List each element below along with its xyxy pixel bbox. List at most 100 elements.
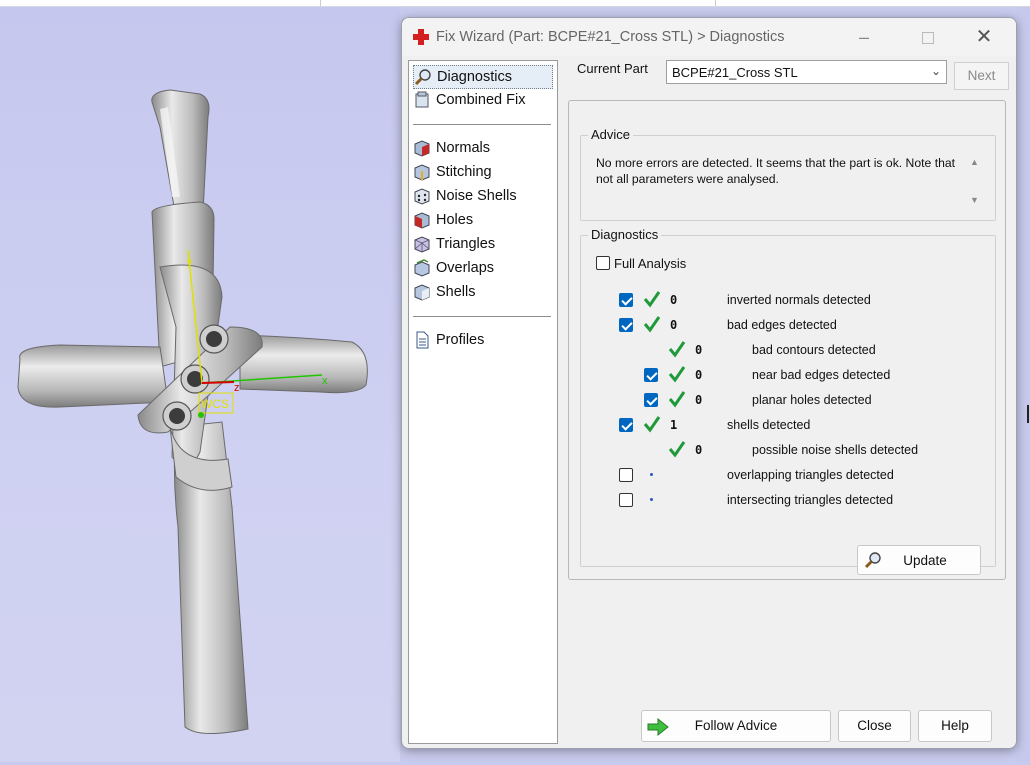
nav-item-label: Holes [436, 212, 474, 228]
normals-cube-icon [414, 140, 430, 157]
nav-item-label: Profiles [436, 332, 485, 348]
strip-divider [715, 0, 716, 6]
follow-advice-button[interactable]: Follow Advice [641, 710, 831, 742]
wizard-nav-list: Diagnostics Combined Fix Normals Stitchi… [408, 60, 558, 744]
shells-icon [414, 284, 430, 301]
maximize-icon [922, 32, 934, 44]
green-arrow-icon [647, 717, 669, 737]
nav-item-label: Normals [436, 140, 490, 156]
current-part-label: Current Part [577, 61, 648, 76]
row-checkbox[interactable] [619, 493, 633, 507]
nav-item-holes[interactable]: Holes [413, 209, 551, 231]
ok-check-icon [643, 416, 661, 433]
row-checkbox[interactable] [619, 468, 633, 482]
row-label: intersecting triangles detected [727, 493, 894, 507]
row-checkbox[interactable] [644, 368, 658, 382]
row-label: bad edges detected [727, 318, 837, 332]
row-checkbox[interactable] [644, 393, 658, 407]
nav-item-normals[interactable]: Normals [413, 137, 551, 159]
row-checkbox[interactable] [619, 293, 633, 307]
row-checkbox[interactable] [619, 318, 633, 332]
close-button[interactable]: Close [838, 710, 911, 742]
row-label: shells detected [727, 418, 811, 432]
diagnostics-group: Diagnostics Full Analysis 0 inverted norm… [580, 227, 996, 567]
row-count: 0 [695, 368, 703, 382]
ok-check-icon [668, 441, 686, 458]
nav-item-triangles[interactable]: Triangles [413, 233, 551, 255]
full-analysis-checkbox[interactable] [596, 256, 610, 270]
row-label: possible noise shells detected [752, 443, 919, 457]
diagnostics-panel: Advice No more errors are detected. It s… [568, 100, 1006, 580]
x-axis-label: x [322, 375, 328, 387]
ok-check-icon [668, 341, 686, 358]
advice-text: No more errors are detected. It seems th… [596, 156, 956, 186]
nav-item-overlaps[interactable]: Overlaps [413, 257, 551, 279]
nav-item-label: Diagnostics [437, 69, 512, 85]
update-button[interactable]: Update [857, 545, 981, 575]
triangles-icon [414, 236, 430, 253]
nav-item-label: Noise Shells [436, 188, 517, 204]
z-axis-label: z [234, 382, 240, 394]
advice-group: Advice No more errors are detected. It s… [580, 127, 996, 221]
follow-advice-label: Follow Advice [694, 718, 778, 733]
not-analysed-dot [650, 473, 653, 476]
nav-item-label: Shells [436, 284, 476, 300]
nav-divider [413, 124, 551, 125]
row-count: 0 [695, 443, 703, 457]
fix-wizard-dialog: Fix Wizard (Part: BCPE#21_Cross STL) > D… [401, 17, 1017, 749]
row-label: bad contours detected [752, 343, 876, 357]
current-part-dropdown[interactable]: BCPE#21_Cross STL ⌄ [666, 60, 947, 84]
nav-item-profiles[interactable]: Profiles [413, 329, 551, 351]
nav-item-noise-shells[interactable]: Noise Shells [413, 185, 551, 207]
minimize-button[interactable]: – [842, 24, 886, 50]
update-label: Update [903, 553, 947, 568]
row-count: 0 [695, 393, 703, 407]
ok-check-icon [668, 366, 686, 383]
viewport-right-strip [1017, 7, 1030, 762]
current-part-value: BCPE#21_Cross STL [672, 65, 798, 80]
nav-item-diagnostics[interactable]: Diagnostics [413, 65, 553, 89]
nav-item-shells[interactable]: Shells [413, 281, 551, 303]
origin-marker [198, 412, 204, 418]
help-button[interactable]: Help [918, 710, 992, 742]
combined-fix-icon [415, 91, 429, 108]
chevron-down-icon: ⌄ [930, 64, 941, 78]
profiles-document-icon [416, 331, 429, 349]
nav-item-combined-fix[interactable]: Combined Fix [413, 89, 551, 111]
row-label: planar holes detected [752, 393, 872, 407]
nav-item-label: Stitching [436, 164, 492, 180]
row-count: 0 [670, 318, 678, 332]
next-button[interactable]: Next [954, 62, 1009, 90]
row-checkbox[interactable] [619, 418, 633, 432]
nav-divider [413, 316, 551, 317]
nav-item-stitching[interactable]: Stitching [413, 161, 551, 183]
dialog-title: Fix Wizard (Part: BCPE#21_Cross STL) > D… [436, 29, 785, 45]
scroll-up-arrow-icon[interactable]: ▲ [970, 157, 979, 167]
diagnostics-title: Diagnostics [588, 227, 662, 242]
not-analysed-dot [650, 498, 653, 501]
holes-cube-icon [414, 212, 430, 229]
nav-item-label: Overlaps [436, 260, 495, 276]
3d-viewport[interactable]: y x z WCS [0, 7, 400, 762]
cross-model-render[interactable]: y x z WCS [0, 7, 400, 762]
text-cursor [1027, 405, 1029, 423]
z-axis-line [201, 381, 235, 384]
advice-scrollbar[interactable]: ▲ ▼ [967, 155, 983, 207]
red-cross-icon [413, 29, 429, 45]
row-count: 0 [695, 343, 703, 357]
row-label: inverted normals detected [727, 293, 871, 307]
strip-divider [320, 0, 321, 6]
y-axis-label: y [187, 256, 193, 268]
overlaps-icon [414, 259, 430, 277]
nav-item-label: Triangles [436, 236, 496, 252]
dialog-titlebar[interactable]: Fix Wizard (Part: BCPE#21_Cross STL) > D… [402, 18, 1016, 56]
maximize-button[interactable] [906, 24, 950, 50]
nav-item-label: Combined Fix [436, 92, 526, 108]
scroll-down-arrow-icon[interactable]: ▼ [970, 195, 979, 205]
row-count: 1 [670, 418, 678, 432]
row-count: 0 [670, 293, 678, 307]
ok-check-icon [643, 316, 661, 333]
close-window-button[interactable]: ✕ [962, 24, 1006, 50]
top-edge-strip [0, 0, 1030, 7]
wcs-label: WCS [201, 397, 229, 411]
